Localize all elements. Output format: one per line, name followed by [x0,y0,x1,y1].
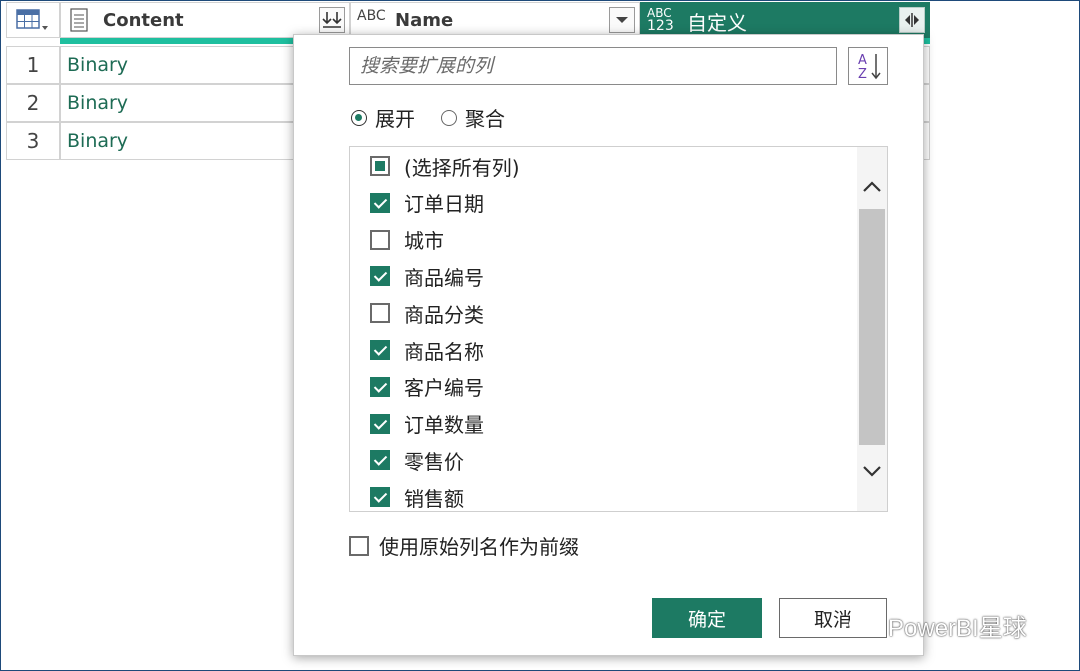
column-checkbox-item[interactable]: 商品名称 [370,335,484,365]
column-checkbox-item[interactable]: 销售额 [370,482,464,511]
column-header-custom[interactable]: ABC 123 自定义 [640,2,930,38]
watermark-text: PowerBI星球 [888,615,1027,642]
column-checkbox-label: 客户编号 [404,376,484,401]
checkbox-icon [349,535,369,556]
column-header-label: Content [103,10,184,31]
vertical-scrollbar[interactable] [857,147,887,511]
any-type-icon: ABC 123 [647,7,674,34]
svg-text:Z: Z [858,67,867,82]
column-checkbox-item[interactable]: 商品分类 [370,298,484,328]
checkbox-icon [370,192,390,213]
expand-column-button[interactable] [899,7,925,33]
checkbox-icon [370,450,390,471]
column-checkbox-label: 城市 [404,229,444,254]
checkbox-icon [370,340,390,360]
column-header-label: 自定义 [687,11,747,35]
expand-column-popup: A Z 展开 聚合 (选择所有列) 订单日期城市商品编号商品分类商品名称客户编号订… [293,34,924,656]
checkbox-icon [370,303,390,324]
wechat-logo-icon [849,613,880,637]
ok-button[interactable]: 确定 [652,598,762,638]
text-type-icon: ABC [357,8,386,24]
checkbox-icon [370,266,390,287]
column-header-content[interactable]: Content [60,2,350,38]
column-checkbox-item[interactable]: 城市 [370,225,444,255]
chevron-down-icon [616,17,628,23]
radio-aggregate-label: 聚合 [465,107,505,131]
document-icon [70,8,88,32]
table-menu-button[interactable] [6,2,60,38]
filter-dropdown-button[interactable] [609,7,635,33]
column-checkbox-label: 零售价 [404,449,464,474]
column-checkbox-item[interactable]: 零售价 [370,445,464,475]
checkbox-icon [370,229,390,250]
row-number: 2 [6,84,60,122]
column-header-name[interactable]: ABC Name [350,2,640,38]
sort-az-icon: A Z [858,53,881,82]
row-number: 3 [6,122,60,160]
expand-arrows-icon [905,13,919,27]
search-columns-input[interactable] [349,47,837,85]
column-header-label: Name [395,10,454,31]
radio-expand[interactable]: 展开 [351,103,415,132]
column-checkbox-label: 销售额 [404,486,464,511]
watermark: PowerBI星球 [848,608,1027,643]
svg-text:A: A [858,53,867,68]
download-binary-button[interactable] [319,7,345,33]
use-prefix-checkbox[interactable]: 使用原始列名作为前缀 [349,531,579,560]
row-number: 1 [6,46,60,84]
type-badge-bottom: 123 [647,18,674,34]
column-checkbox-label: 商品分类 [404,302,484,327]
column-checkbox-item[interactable]: 客户编号 [370,372,484,402]
chevron-up-icon[interactable] [860,175,884,199]
checkbox-icon [370,156,390,176]
column-checkbox-label: 订单日期 [404,192,484,217]
radio-unselected-icon [441,109,457,126]
column-checkbox-label: 商品编号 [404,265,484,290]
column-checkbox-item[interactable]: 订单日期 [370,188,484,218]
chevron-down-icon[interactable] [860,459,884,483]
double-down-arrow-icon [322,12,342,28]
table-icon [16,9,48,30]
column-checkbox-item[interactable]: 商品编号 [370,261,484,291]
column-checklist: (选择所有列) 订单日期城市商品编号商品分类商品名称客户编号订单数量零售价销售额 [349,146,888,512]
column-checkbox-label: (选择所有列) [404,155,520,180]
column-checkbox-item[interactable]: (选择所有列) [370,151,520,181]
column-checkbox-label: 商品名称 [404,339,484,364]
column-checkbox-label: 订单数量 [404,413,484,438]
radio-selected-icon [351,109,367,126]
checkbox-icon [370,413,390,434]
sort-az-button[interactable]: A Z [848,47,888,85]
use-prefix-label: 使用原始列名作为前缀 [379,535,579,559]
radio-expand-label: 展开 [375,107,415,131]
radio-aggregate[interactable]: 聚合 [441,103,505,132]
column-checkbox-item[interactable]: 订单数量 [370,409,484,439]
checkbox-icon [370,376,390,397]
checkbox-icon [370,487,390,508]
scroll-thumb[interactable] [859,209,885,445]
